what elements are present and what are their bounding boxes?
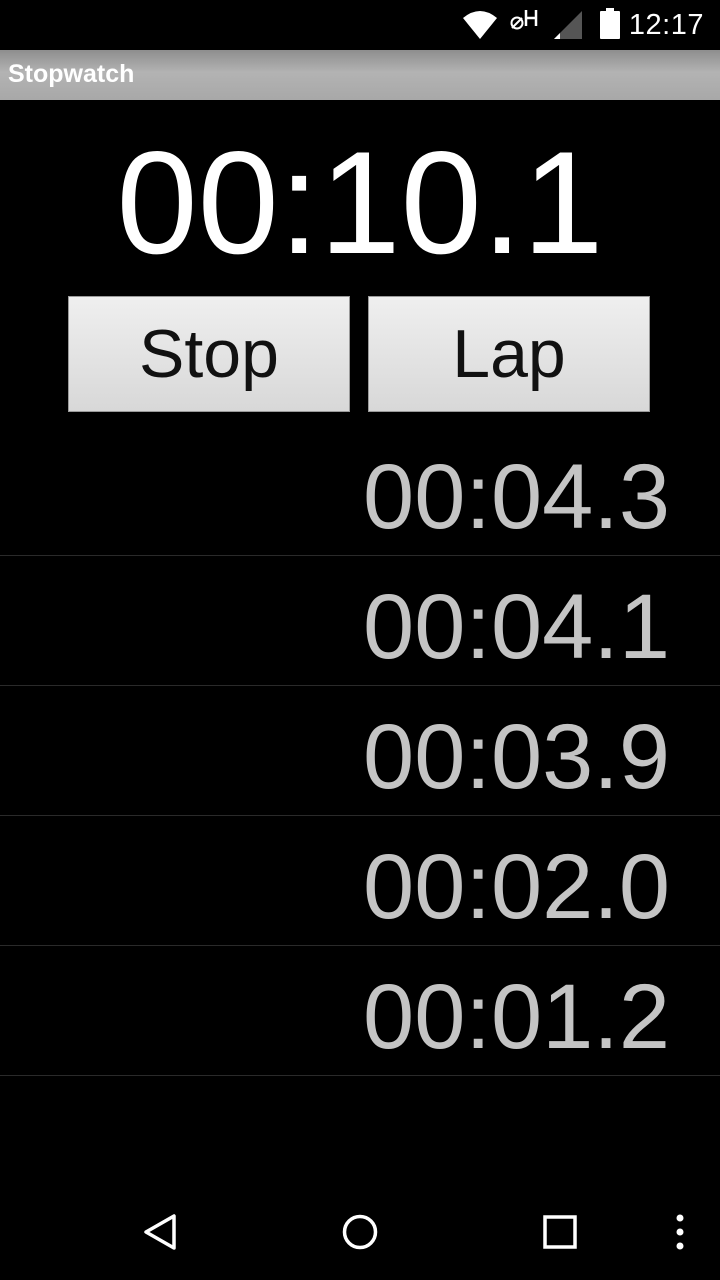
battery-icon <box>599 8 621 45</box>
lap-time: 00:04.3 <box>363 446 670 548</box>
recents-icon[interactable] <box>540 1212 580 1257</box>
lap-button[interactable]: Lap <box>368 296 650 412</box>
home-icon[interactable] <box>340 1212 380 1257</box>
lap-row: 00:01.2 <box>0 946 720 1076</box>
lap-time: 00:03.9 <box>363 706 670 808</box>
elapsed-time-display: 00:10.1 <box>116 121 604 284</box>
status-bar: 12:17 <box>0 0 720 50</box>
lap-row: 00:04.3 <box>0 426 720 556</box>
no-sim-h-icon <box>509 8 541 41</box>
lap-time: 00:01.2 <box>363 966 670 1068</box>
stop-button[interactable]: Stop <box>68 296 350 412</box>
app-title: Stopwatch <box>8 60 135 88</box>
title-bar: Stopwatch <box>0 50 720 100</box>
lap-row: 00:03.9 <box>0 686 720 816</box>
lap-list: 00:04.3 00:04.1 00:03.9 00:02.0 00:01.2 <box>0 426 720 1076</box>
lap-row: 00:02.0 <box>0 816 720 946</box>
status-clock: 12:17 <box>628 9 704 41</box>
lap-time: 00:04.1 <box>363 576 670 678</box>
wifi-icon <box>462 10 498 45</box>
lap-time: 00:02.0 <box>363 836 670 938</box>
lap-row: 00:04.1 <box>0 556 720 686</box>
overflow-menu-icon[interactable] <box>670 1212 690 1257</box>
navigation-bar <box>0 1184 720 1280</box>
signal-icon <box>552 10 584 45</box>
back-icon[interactable] <box>140 1212 180 1257</box>
